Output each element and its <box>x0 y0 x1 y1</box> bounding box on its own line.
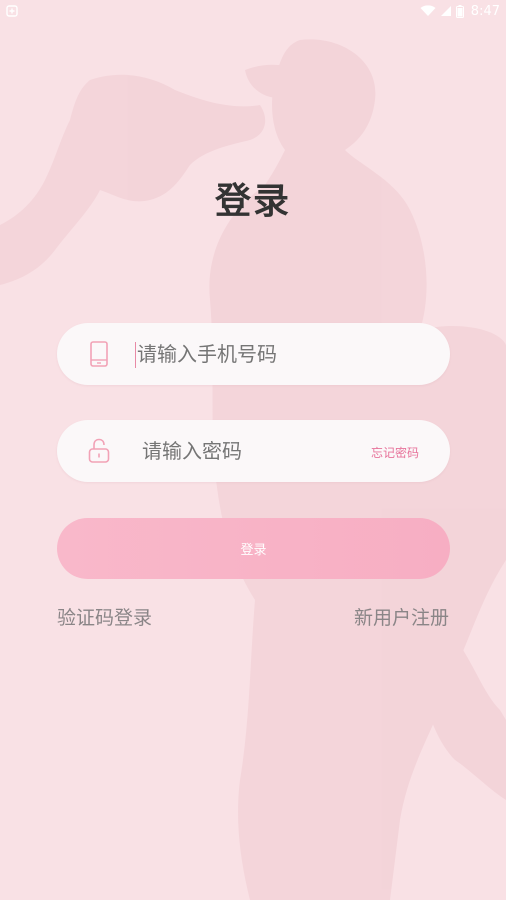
battery-icon <box>455 4 464 18</box>
status-time: 8:47 <box>470 3 500 19</box>
register-link[interactable]: 新用户注册 <box>354 603 449 630</box>
status-bar: 8:47 <box>0 0 506 22</box>
phone-icon <box>90 341 108 367</box>
lock-icon <box>88 438 110 463</box>
sms-login-link[interactable]: 验证码登录 <box>57 603 152 630</box>
status-right-group: 8:47 <box>420 0 500 22</box>
login-button[interactable]: 登录 <box>57 518 450 579</box>
notification-icon <box>6 5 18 17</box>
wifi-icon <box>420 5 436 16</box>
signal-icon <box>440 6 451 16</box>
phone-field[interactable] <box>57 323 450 385</box>
phone-input[interactable] <box>135 323 397 385</box>
password-field[interactable]: 忘记密码 <box>57 420 450 482</box>
page-title: 登录 <box>214 181 291 222</box>
password-input[interactable] <box>142 420 342 482</box>
forgot-password-link[interactable]: 忘记密码 <box>371 444 419 461</box>
